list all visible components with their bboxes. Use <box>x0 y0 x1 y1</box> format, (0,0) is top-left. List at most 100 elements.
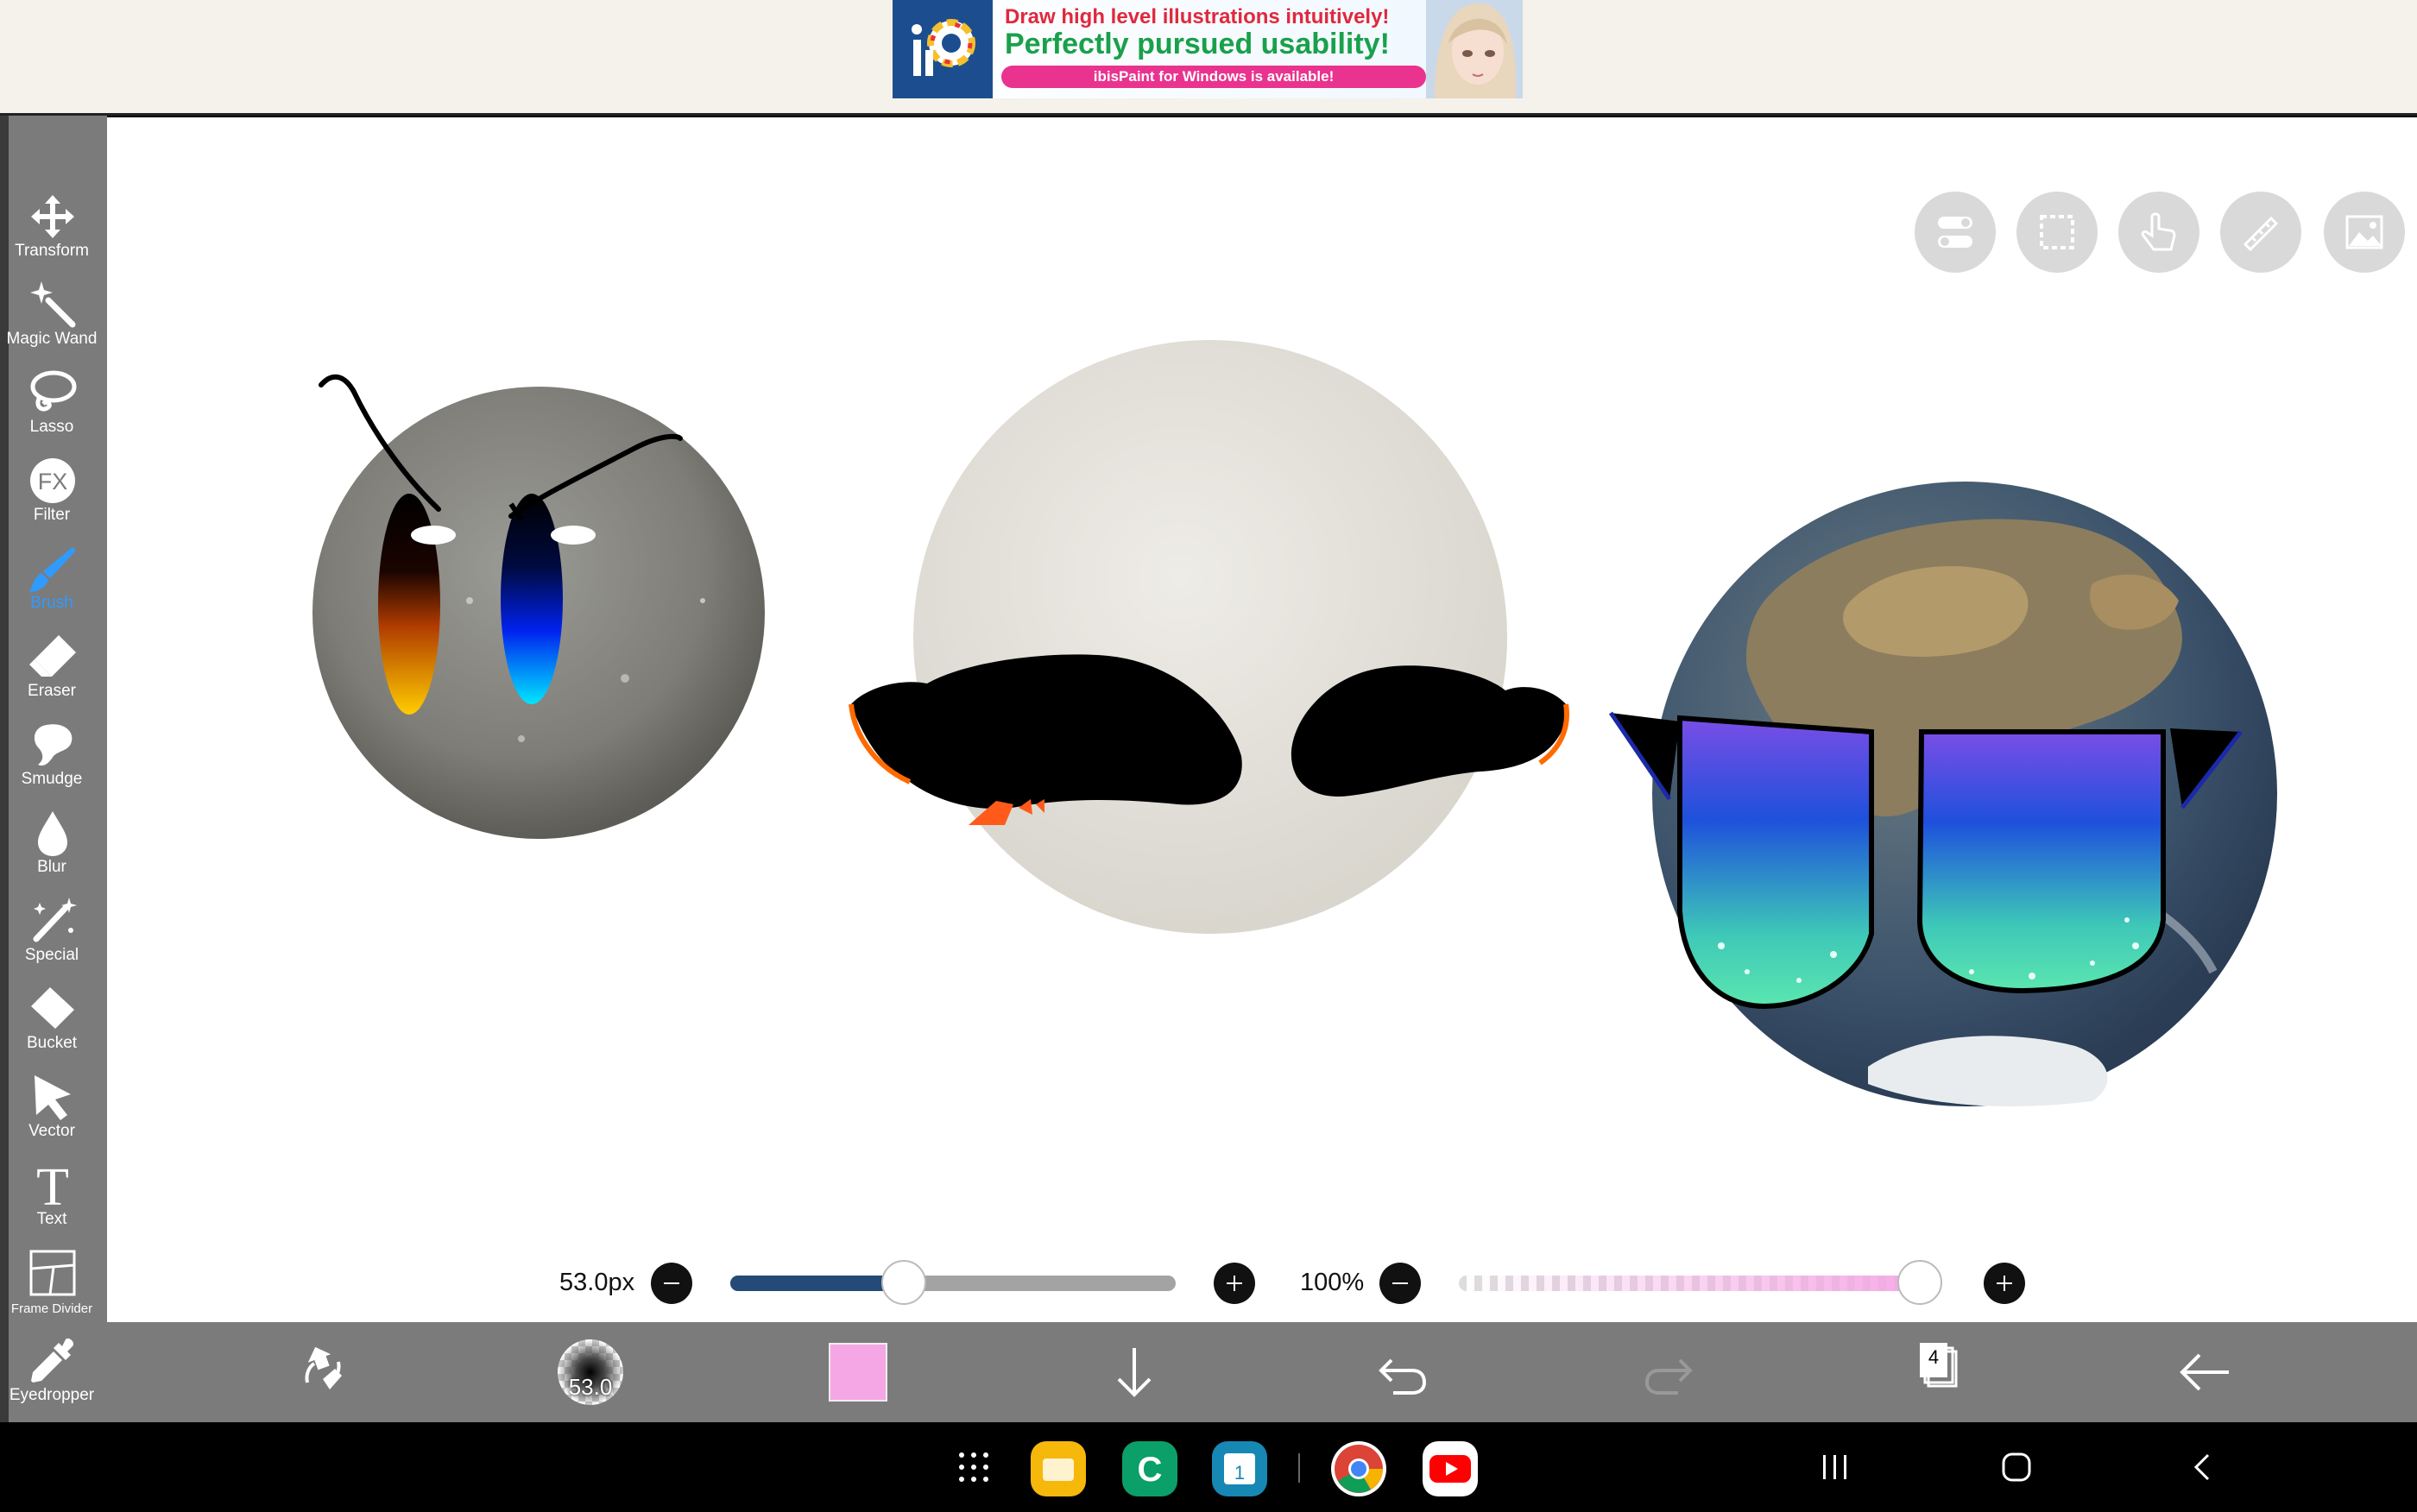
calendar-icon: 1 <box>1224 1453 1255 1484</box>
color-button[interactable] <box>829 1322 889 1422</box>
tool-label: Transform <box>15 242 89 260</box>
bucket-icon <box>31 987 74 1029</box>
toggle-button[interactable] <box>1915 192 1996 273</box>
tool-label: Eyedropper <box>9 1386 95 1404</box>
ad-line-2: Perfectly pursued usability! <box>1005 28 1390 60</box>
magic-wand-icon <box>30 281 76 328</box>
touch-button[interactable] <box>2118 192 2199 273</box>
brush-size-slider[interactable] <box>730 1260 1176 1305</box>
tool-brush[interactable]: Brush <box>0 539 104 627</box>
tool-label: Filter <box>33 506 71 524</box>
tool-label: Eraser <box>28 682 76 700</box>
reference-image-button[interactable] <box>2324 192 2405 273</box>
tool-label: Special <box>24 946 79 964</box>
tool-smudge[interactable]: Smudge <box>0 715 104 803</box>
tool-label: Text <box>36 1210 67 1228</box>
opacity-slider-fill <box>1459 1276 1942 1291</box>
tool-panel: Transform Magic Wand Lasso FX Filter Bru… <box>0 116 107 1422</box>
selection-icon <box>2040 215 2074 249</box>
youtube-app-icon[interactable] <box>1423 1441 1478 1496</box>
folder-shape <box>1043 1458 1074 1481</box>
brush-size-slider-fill <box>730 1276 905 1291</box>
tool-lasso[interactable]: Lasso <box>0 362 104 450</box>
tool-label: Frame Divider <box>10 1301 93 1316</box>
opacity-increase-button[interactable] <box>1984 1263 2025 1304</box>
opacity-slider[interactable] <box>1459 1260 1942 1305</box>
home-icon[interactable] <box>2001 1452 2032 1483</box>
tool-eyedropper[interactable]: Eyedropper <box>0 1331 104 1419</box>
touch-hand-icon <box>2141 212 2176 251</box>
text-t-icon: T <box>36 1160 69 1210</box>
plus-icon <box>1227 1276 1242 1291</box>
layers-icon <box>1920 1343 1958 1388</box>
tool-magic-wand[interactable]: Magic Wand <box>0 274 104 362</box>
recent-apps-icon[interactable] <box>1820 1452 1851 1483</box>
brush-size-increase-button[interactable] <box>1214 1263 1255 1304</box>
tool-eraser[interactable]: Eraser <box>0 627 104 715</box>
brush-preview-label: 53.0 <box>568 1374 613 1400</box>
tool-label: Bucket <box>26 1034 78 1052</box>
nav-divider <box>1298 1453 1300 1483</box>
brush-icon <box>29 547 76 592</box>
youtube-icon <box>1429 1455 1471 1483</box>
move-arrows-icon <box>31 195 74 238</box>
svg-text:FX: FX <box>38 469 68 495</box>
chrome-app-icon[interactable] <box>1331 1441 1386 1496</box>
layers-button[interactable]: 4 <box>1903 1322 1972 1422</box>
ad-bar: Draw high level illustrations intuitivel… <box>0 0 2417 116</box>
tool-transform[interactable]: Transform <box>0 186 104 274</box>
swap-tool-button[interactable] <box>288 1322 357 1422</box>
tool-filter[interactable]: FX Filter <box>0 450 104 539</box>
mercury-character <box>312 374 765 839</box>
svg-text:T: T <box>36 1160 69 1210</box>
app-drawer-icon[interactable] <box>956 1450 991 1484</box>
lasso-icon <box>30 370 77 412</box>
tool-label: Brush <box>30 594 73 612</box>
ad-character-illustration <box>1426 0 1523 98</box>
ibispaint-logo-icon <box>893 0 993 98</box>
tool-bucket[interactable]: Bucket <box>0 979 104 1067</box>
drawing-canvas[interactable] <box>107 117 2417 1322</box>
system-back-icon[interactable] <box>2187 1452 2218 1483</box>
tool-special[interactable]: Special <box>0 891 104 979</box>
svg-text:C: C <box>1138 1451 1163 1489</box>
smudge-icon <box>34 724 73 766</box>
ibispaint-logo <box>893 0 993 98</box>
ad-banner[interactable]: Draw high level illustrations intuitivel… <box>893 0 1523 98</box>
back-button[interactable] <box>2170 1322 2239 1422</box>
ad-line-3: ibisPaint for Windows is available! <box>1001 66 1426 88</box>
redo-icon <box>1644 1358 1693 1395</box>
brush-size-slider-knob[interactable] <box>881 1260 927 1305</box>
rotate-swap-icon <box>305 1346 342 1389</box>
brush-size-decrease-button[interactable] <box>651 1263 692 1304</box>
layer-count: 4 <box>1928 1346 1940 1368</box>
phone-app-icon[interactable]: C <box>1122 1441 1177 1496</box>
download-button[interactable] <box>1100 1322 1169 1422</box>
moon-character <box>849 340 1569 934</box>
opacity-slider-knob[interactable] <box>1897 1260 1942 1305</box>
artwork <box>312 340 2277 1106</box>
arrow-left-icon <box>2180 1353 2229 1391</box>
frame-divider-icon <box>29 1250 76 1296</box>
opacity-decrease-button[interactable] <box>1379 1263 1421 1304</box>
selection-button[interactable] <box>2016 192 2098 273</box>
redo-button[interactable] <box>1635 1322 1704 1422</box>
ad-line-1: Draw high level illustrations intuitivel… <box>1005 5 1390 28</box>
my-files-app-icon[interactable] <box>1031 1441 1086 1496</box>
tool-text[interactable]: T Text <box>0 1155 104 1243</box>
tool-label: Vector <box>28 1122 75 1140</box>
minus-icon <box>1392 1282 1408 1284</box>
fx-icon: FX <box>30 458 75 503</box>
arrow-down-icon <box>1117 1348 1152 1397</box>
calendar-app-icon[interactable]: 1 <box>1212 1441 1267 1496</box>
tool-label: Blur <box>37 858 66 876</box>
svg-text:1: 1 <box>1234 1462 1245 1484</box>
tool-frame-divider[interactable]: Frame Divider <box>0 1243 104 1331</box>
tool-blur[interactable]: Blur <box>0 803 104 891</box>
ruler-button[interactable] <box>2220 192 2301 273</box>
brush-preview-button[interactable]: 53.0 <box>556 1322 625 1422</box>
bottom-toolbar: 53.0 4 <box>107 1322 2417 1422</box>
tool-vector[interactable]: Vector <box>0 1067 104 1155</box>
special-icon <box>33 898 77 942</box>
undo-button[interactable] <box>1367 1322 1436 1422</box>
